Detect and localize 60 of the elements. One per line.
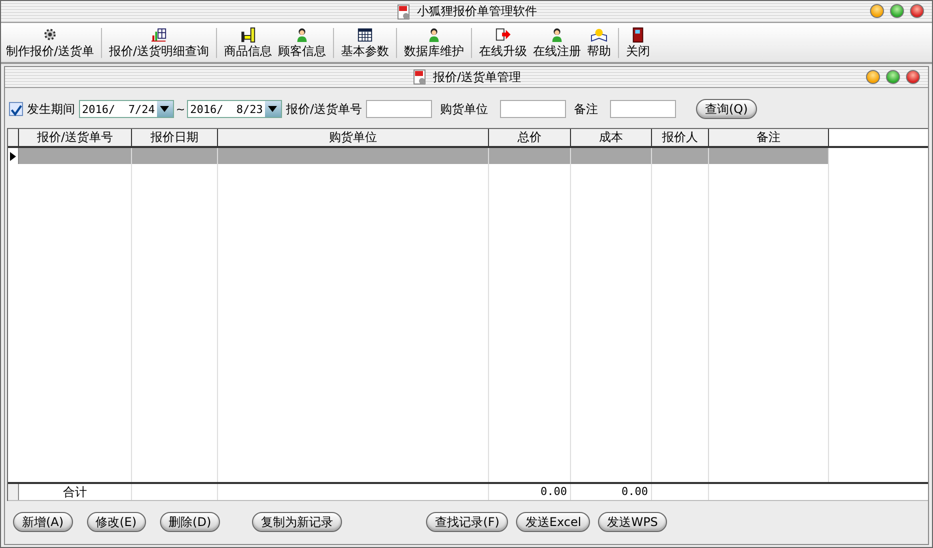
column-header[interactable]: 报价人 xyxy=(652,129,709,146)
action-button[interactable]: 删除(D) xyxy=(160,512,220,532)
toolbar-button[interactable]: 顾客信息 xyxy=(275,27,330,60)
calendar-icon xyxy=(356,27,374,43)
table-cell: 0.00 xyxy=(571,484,652,500)
action-button[interactable]: 修改(E) xyxy=(86,512,146,532)
field-label: 报价/送货单号 xyxy=(286,100,362,118)
column-header[interactable]: 报价/送货单号 xyxy=(19,129,132,146)
date-field[interactable]: 2016/ 8/23 xyxy=(187,100,282,118)
column-header[interactable]: 购货单位 xyxy=(218,129,489,146)
field-label: 购货单位 xyxy=(440,100,488,118)
minimize-button[interactable] xyxy=(866,70,880,84)
toolbar-button[interactable]: 商品信息 xyxy=(221,27,276,60)
action-button[interactable]: 发送WPS xyxy=(598,512,667,532)
column-header[interactable]: 成本 xyxy=(571,129,652,146)
action-button[interactable]: 复制为新记录 xyxy=(252,512,342,532)
checkbox-label: 发生期间 xyxy=(27,100,75,118)
close-button[interactable] xyxy=(906,70,920,84)
caret-icon xyxy=(160,106,170,112)
maximize-button[interactable] xyxy=(886,70,900,84)
input-field[interactable] xyxy=(610,100,676,118)
ruler-icon xyxy=(239,27,258,43)
column-header[interactable]: 总价 xyxy=(489,129,571,146)
table-cell: 0.00 xyxy=(489,484,571,500)
window-title: 小狐狸报价单管理软件 xyxy=(417,3,537,20)
column-header[interactable]: 报价日期 xyxy=(132,129,218,146)
date-field[interactable]: 2016/ 7/24 xyxy=(79,100,174,118)
search-button[interactable]: 查询(Q) xyxy=(696,99,757,119)
book-icon xyxy=(590,27,608,43)
action-button[interactable]: 新增(A) xyxy=(13,512,73,532)
input-field[interactable] xyxy=(366,100,432,118)
toolbar-button[interactable]: 基本参数 xyxy=(338,27,392,60)
close-button[interactable] xyxy=(910,4,924,18)
column-header[interactable]: 备注 xyxy=(709,129,829,146)
caret-icon xyxy=(268,106,278,112)
toolbar-button[interactable]: 数据库维护 xyxy=(401,27,468,60)
input-field[interactable] xyxy=(500,100,566,118)
chart-icon xyxy=(150,27,168,43)
range-separator: ~ xyxy=(176,102,186,116)
action-button[interactable]: 查找记录(F) xyxy=(426,512,508,532)
toolbar-button[interactable]: 关闭 xyxy=(623,27,654,60)
row-indicator xyxy=(8,484,19,500)
toolbar-button[interactable]: 报价/送货明细查询 xyxy=(106,27,212,60)
toolbar-button[interactable]: 在线注册 xyxy=(530,27,584,60)
arrow-icon xyxy=(494,27,512,43)
toolbar-button[interactable]: 帮助 xyxy=(584,27,614,60)
dropdown-button[interactable] xyxy=(264,101,281,117)
check-icon xyxy=(10,103,22,117)
checkbox[interactable] xyxy=(9,102,23,116)
maximize-button[interactable] xyxy=(890,4,904,18)
window-title: 报价/送货单管理 xyxy=(432,68,522,86)
table-cell: 合计 xyxy=(19,484,132,500)
dropdown-button[interactable] xyxy=(156,101,173,117)
field-label: 备注 xyxy=(574,100,598,118)
action-button[interactable]: 发送Excel xyxy=(516,512,590,532)
minimize-button[interactable] xyxy=(870,4,884,18)
document-icon xyxy=(396,4,411,20)
toolbar-button[interactable]: 在线升级 xyxy=(476,27,530,60)
current-row-icon xyxy=(10,152,16,160)
toolbar-button[interactable]: 制作报价/送货单 xyxy=(3,27,98,60)
